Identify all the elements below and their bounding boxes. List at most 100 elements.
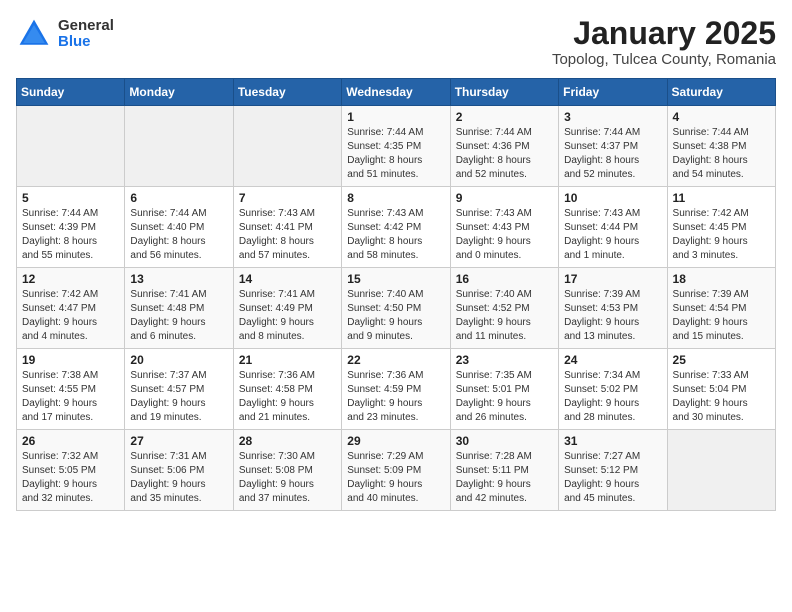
day-info: Sunrise: 7:35 AM Sunset: 5:01 PM Dayligh…	[456, 369, 553, 425]
day-number: 13	[130, 272, 227, 286]
calendar-cell: 10 Sunrise: 7:43 AM Sunset: 4:44 PM Dayli…	[559, 187, 667, 268]
day-info: Sunrise: 7:43 AM Sunset: 4:43 PM Dayligh…	[456, 207, 553, 263]
day-info: Sunrise: 7:43 AM Sunset: 4:42 PM Dayligh…	[347, 207, 444, 263]
day-number: 23	[456, 353, 553, 367]
calendar-cell: 13 Sunrise: 7:41 AM Sunset: 4:48 PM Dayli…	[125, 268, 233, 349]
day-info: Sunrise: 7:38 AM Sunset: 4:55 PM Dayligh…	[22, 369, 119, 425]
calendar-cell: 14Sunrise: 7:41 AM Sunset: 4:49 PM Dayli…	[233, 268, 341, 349]
day-info: Sunrise: 7:41 AM Sunset: 4:49 PM Dayligh…	[239, 288, 336, 344]
calendar-cell: 28 Sunrise: 7:30 AM Sunset: 5:08 PM Dayli…	[233, 430, 341, 511]
calendar-cell: 26 Sunrise: 7:32 AM Sunset: 5:05 PM Dayli…	[17, 430, 125, 511]
page-header: General Blue January 2025 Topolog, Tulce…	[16, 16, 776, 68]
day-info: Sunrise: 7:44 AM Sunset: 4:36 PM Dayligh…	[456, 126, 553, 182]
day-info: Sunrise: 7:43 AM Sunset: 4:44 PM Dayligh…	[564, 207, 661, 263]
day-number: 10	[564, 191, 661, 205]
day-info: Sunrise: 7:28 AM Sunset: 5:11 PM Dayligh…	[456, 450, 553, 506]
day-info: Sunrise: 7:44 AM Sunset: 4:40 PM Dayligh…	[130, 207, 227, 263]
calendar-cell	[125, 106, 233, 187]
calendar-cell: 2 Sunrise: 7:44 AM Sunset: 4:36 PM Daylig…	[450, 106, 558, 187]
calendar-cell: 30Sunrise: 7:28 AM Sunset: 5:11 PM Dayli…	[450, 430, 558, 511]
day-info: Sunrise: 7:27 AM Sunset: 5:12 PM Dayligh…	[564, 450, 661, 506]
calendar-cell: 24Sunrise: 7:34 AM Sunset: 5:02 PM Dayli…	[559, 349, 667, 430]
calendar-cell: 31 Sunrise: 7:27 AM Sunset: 5:12 PM Dayli…	[559, 430, 667, 511]
day-number: 7	[239, 191, 336, 205]
calendar-cell: 25Sunrise: 7:33 AM Sunset: 5:04 PM Dayli…	[667, 349, 775, 430]
calendar-cell: 19 Sunrise: 7:38 AM Sunset: 4:55 PM Dayli…	[17, 349, 125, 430]
calendar-table: SundayMondayTuesdayWednesdayThursdayFrid…	[16, 78, 776, 511]
day-number: 2	[456, 110, 553, 124]
day-number: 27	[130, 434, 227, 448]
calendar-cell: 16 Sunrise: 7:40 AM Sunset: 4:52 PM Dayli…	[450, 268, 558, 349]
calendar-cell: 29 Sunrise: 7:29 AM Sunset: 5:09 PM Dayli…	[342, 430, 450, 511]
day-number: 4	[673, 110, 770, 124]
day-info: Sunrise: 7:37 AM Sunset: 4:57 PM Dayligh…	[130, 369, 227, 425]
weekday-header-wednesday: Wednesday	[342, 79, 450, 106]
calendar-cell: 27 Sunrise: 7:31 AM Sunset: 5:06 PM Dayli…	[125, 430, 233, 511]
day-number: 5	[22, 191, 119, 205]
day-info: Sunrise: 7:40 AM Sunset: 4:50 PM Dayligh…	[347, 288, 444, 344]
calendar-cell	[17, 106, 125, 187]
day-info: Sunrise: 7:41 AM Sunset: 4:48 PM Dayligh…	[130, 288, 227, 344]
day-info: Sunrise: 7:32 AM Sunset: 5:05 PM Dayligh…	[22, 450, 119, 506]
day-number: 6	[130, 191, 227, 205]
day-number: 11	[673, 191, 770, 205]
day-info: Sunrise: 7:40 AM Sunset: 4:52 PM Dayligh…	[456, 288, 553, 344]
day-info: Sunrise: 7:44 AM Sunset: 4:37 PM Dayligh…	[564, 126, 661, 182]
calendar-cell	[233, 106, 341, 187]
day-number: 16	[456, 272, 553, 286]
calendar-cell: 18Sunrise: 7:39 AM Sunset: 4:54 PM Dayli…	[667, 268, 775, 349]
day-info: Sunrise: 7:42 AM Sunset: 4:45 PM Dayligh…	[673, 207, 770, 263]
calendar-cell: 8Sunrise: 7:43 AM Sunset: 4:42 PM Daylig…	[342, 187, 450, 268]
logo-icon	[16, 16, 52, 52]
calendar-cell: 1 Sunrise: 7:44 AM Sunset: 4:35 PM Daylig…	[342, 106, 450, 187]
logo: General Blue	[16, 16, 114, 52]
day-number: 9	[456, 191, 553, 205]
location-title: Topolog, Tulcea County, Romania	[552, 51, 776, 68]
calendar-cell: 5 Sunrise: 7:44 AM Sunset: 4:39 PM Daylig…	[17, 187, 125, 268]
weekday-header-monday: Monday	[125, 79, 233, 106]
weekday-header-row: SundayMondayTuesdayWednesdayThursdayFrid…	[17, 79, 776, 106]
day-info: Sunrise: 7:39 AM Sunset: 4:53 PM Dayligh…	[564, 288, 661, 344]
day-number: 28	[239, 434, 336, 448]
day-info: Sunrise: 7:44 AM Sunset: 4:35 PM Dayligh…	[347, 126, 444, 182]
title-block: January 2025 Topolog, Tulcea County, Rom…	[552, 16, 776, 68]
day-number: 26	[22, 434, 119, 448]
day-number: 29	[347, 434, 444, 448]
day-number: 17	[564, 272, 661, 286]
calendar-cell: 22 Sunrise: 7:36 AM Sunset: 4:59 PM Dayli…	[342, 349, 450, 430]
day-number: 1	[347, 110, 444, 124]
calendar-week-1: 1 Sunrise: 7:44 AM Sunset: 4:35 PM Daylig…	[17, 106, 776, 187]
day-info: Sunrise: 7:36 AM Sunset: 4:59 PM Dayligh…	[347, 369, 444, 425]
calendar-cell	[667, 430, 775, 511]
day-info: Sunrise: 7:44 AM Sunset: 4:39 PM Dayligh…	[22, 207, 119, 263]
day-number: 12	[22, 272, 119, 286]
weekday-header-thursday: Thursday	[450, 79, 558, 106]
logo-text: General Blue	[58, 18, 114, 51]
day-number: 24	[564, 353, 661, 367]
day-number: 22	[347, 353, 444, 367]
calendar-cell: 4 Sunrise: 7:44 AM Sunset: 4:38 PM Daylig…	[667, 106, 775, 187]
weekday-header-friday: Friday	[559, 79, 667, 106]
month-title: January 2025	[552, 16, 776, 51]
day-number: 19	[22, 353, 119, 367]
day-info: Sunrise: 7:33 AM Sunset: 5:04 PM Dayligh…	[673, 369, 770, 425]
day-info: Sunrise: 7:36 AM Sunset: 4:58 PM Dayligh…	[239, 369, 336, 425]
day-info: Sunrise: 7:29 AM Sunset: 5:09 PM Dayligh…	[347, 450, 444, 506]
calendar-cell: 17 Sunrise: 7:39 AM Sunset: 4:53 PM Dayli…	[559, 268, 667, 349]
calendar-cell: 9 Sunrise: 7:43 AM Sunset: 4:43 PM Daylig…	[450, 187, 558, 268]
day-info: Sunrise: 7:31 AM Sunset: 5:06 PM Dayligh…	[130, 450, 227, 506]
calendar-week-3: 12Sunrise: 7:42 AM Sunset: 4:47 PM Dayli…	[17, 268, 776, 349]
calendar-week-5: 26 Sunrise: 7:32 AM Sunset: 5:05 PM Dayli…	[17, 430, 776, 511]
calendar-cell: 11 Sunrise: 7:42 AM Sunset: 4:45 PM Dayli…	[667, 187, 775, 268]
day-number: 20	[130, 353, 227, 367]
calendar-cell: 20 Sunrise: 7:37 AM Sunset: 4:57 PM Dayli…	[125, 349, 233, 430]
day-info: Sunrise: 7:44 AM Sunset: 4:38 PM Dayligh…	[673, 126, 770, 182]
calendar-cell: 15Sunrise: 7:40 AM Sunset: 4:50 PM Dayli…	[342, 268, 450, 349]
logo-general-label: General	[58, 18, 114, 35]
weekday-header-sunday: Sunday	[17, 79, 125, 106]
calendar-cell: 23 Sunrise: 7:35 AM Sunset: 5:01 PM Dayli…	[450, 349, 558, 430]
day-info: Sunrise: 7:30 AM Sunset: 5:08 PM Dayligh…	[239, 450, 336, 506]
day-number: 31	[564, 434, 661, 448]
calendar-cell: 21Sunrise: 7:36 AM Sunset: 4:58 PM Dayli…	[233, 349, 341, 430]
logo-blue-label: Blue	[58, 34, 114, 51]
